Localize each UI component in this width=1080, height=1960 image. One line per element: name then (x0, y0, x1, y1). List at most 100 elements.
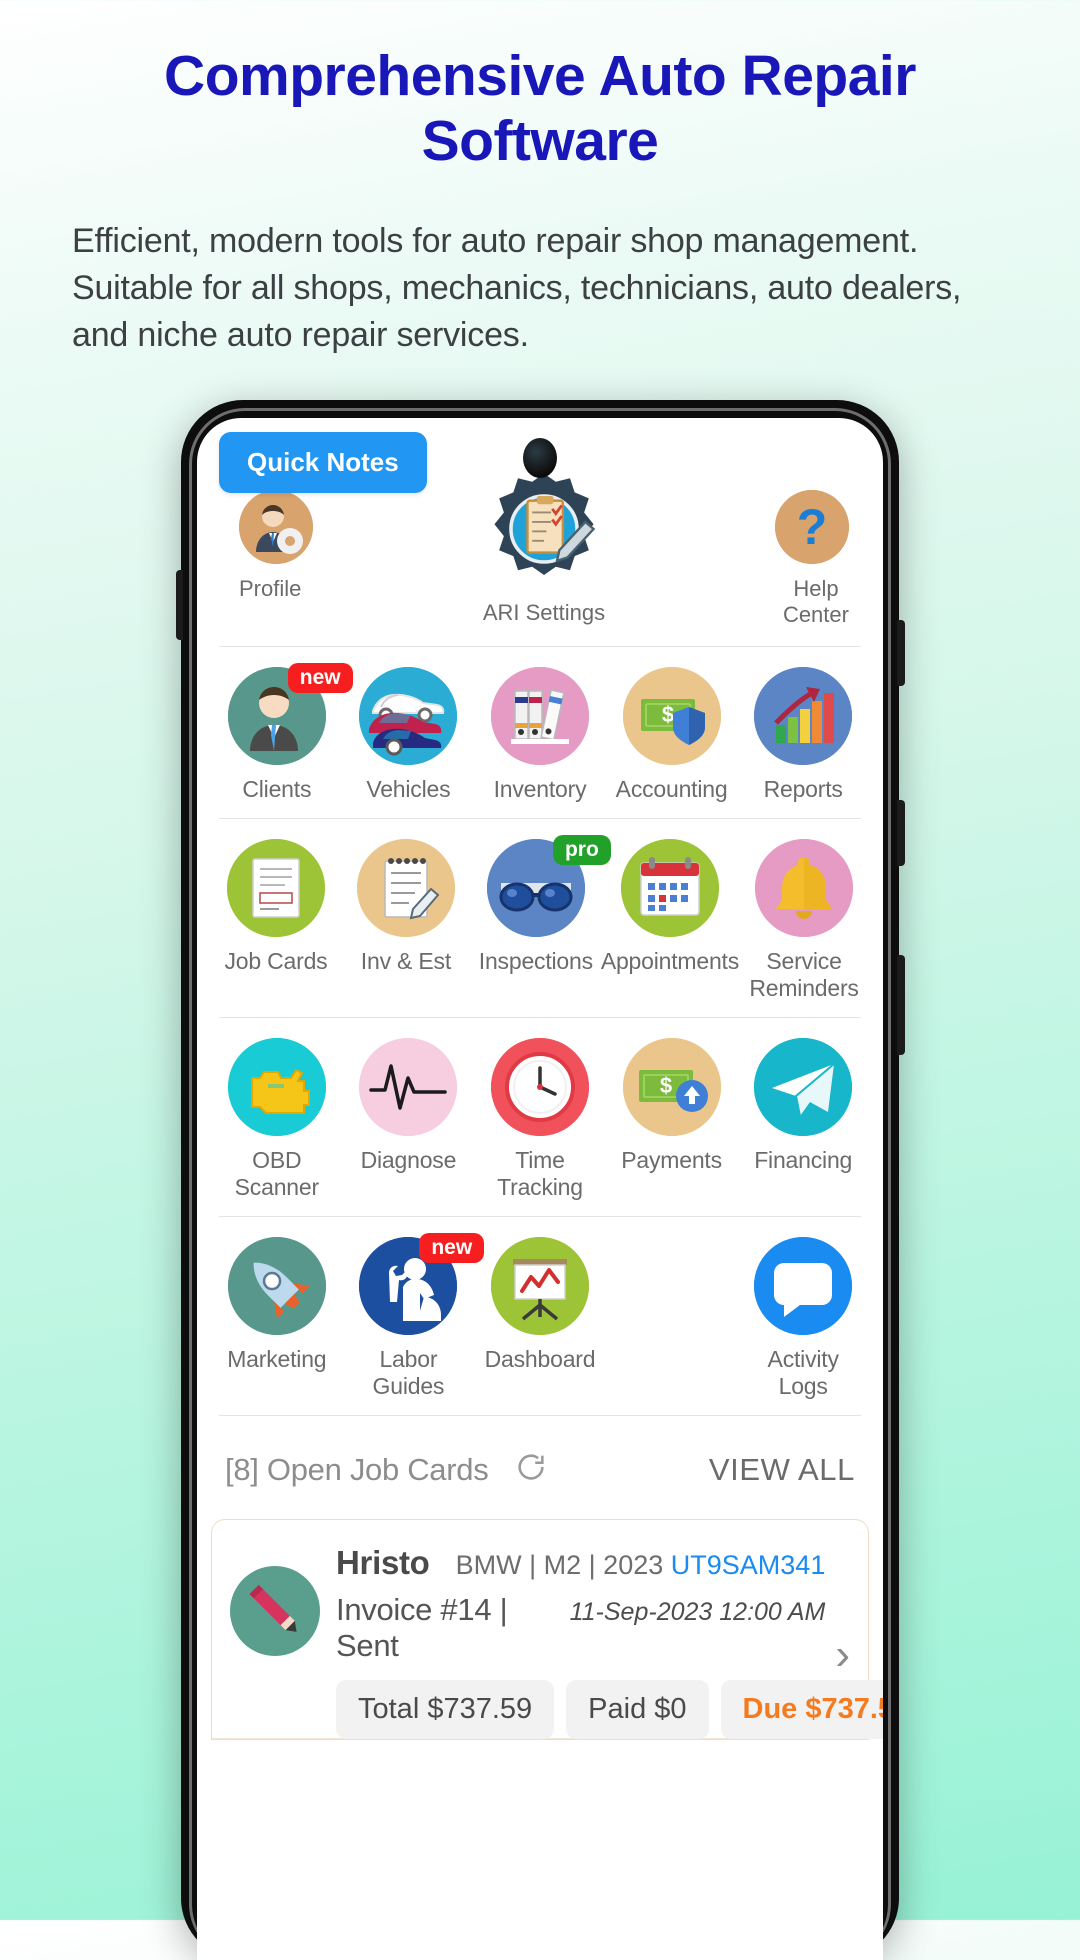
svg-text:?: ? (797, 499, 828, 555)
view-all-button[interactable]: VIEW ALL (709, 1452, 855, 1488)
new-badge: new (419, 1232, 485, 1263)
app-tile-label: Inventory (493, 775, 587, 802)
app-tile-label: Payments (621, 1146, 722, 1173)
app-tile-inventory[interactable]: Inventory (474, 666, 606, 804)
app-tile-financing[interactable]: Financing (737, 1037, 869, 1202)
quick-notes-button[interactable]: Quick Notes (219, 432, 427, 493)
app-tile-vehicles[interactable]: Vehicles (343, 666, 475, 804)
job-card-amounts: Total $737.59 Paid $0 Due $737.59 (336, 1680, 883, 1740)
shortcut-help-center[interactable]: ? Help Center (646, 490, 859, 628)
clipboard-pen-icon (356, 838, 455, 937)
app-tile-label: Diagnose (360, 1146, 457, 1173)
job-card-row[interactable]: Hristo BMW | M2 | 2023 UT9SAM341 Invoice… (211, 1519, 883, 1741)
app-tile-inspections[interactable]: pro Inspections (471, 834, 611, 1003)
document-icon (226, 838, 325, 937)
shortcut-label: Profile (239, 576, 302, 601)
svg-text:$: $ (659, 1073, 671, 1098)
app-tile-label: Labor Guides (372, 1345, 445, 1400)
total-amount-chip: Total $737.59 (336, 1680, 555, 1740)
app-tile-label: Inv & Est (360, 947, 452, 974)
app-tile-reports[interactable]: Reports (737, 666, 869, 804)
phone-mockup: Quick Notes Profile ARI Settings ? Help … (176, 400, 905, 1960)
open-job-cards-header: [8] Open Job Cards VIEW ALL (197, 1416, 883, 1519)
app-tile-label: Inspections (478, 947, 593, 974)
app-tile-label: Reports (763, 775, 843, 802)
pulse-icon (359, 1037, 458, 1136)
phone-volume-up-button (897, 620, 905, 686)
app-tile-inv-est[interactable]: Inv & Est (341, 838, 471, 1003)
app-tile-service-reminders[interactable]: Service Reminders (739, 838, 869, 1003)
engine-icon (227, 1037, 326, 1136)
presentation-chart-icon (490, 1236, 589, 1335)
app-grid-row: OBD Scanner Diagnose Time Tracking $ Pay… (197, 1018, 883, 1216)
binders-icon (490, 666, 589, 765)
app-tile-label: Dashboard (484, 1345, 596, 1372)
job-card-line-1: Hristo BMW | M2 | 2023 UT9SAM341 (336, 1544, 825, 1582)
open-job-cards-title: [8] Open Job Cards (225, 1451, 489, 1487)
phone-frame: Quick Notes Profile ARI Settings ? Help … (176, 400, 905, 1960)
app-tile-label: Time Tracking (497, 1146, 583, 1201)
app-tile-obd-scanner[interactable]: OBD Scanner (211, 1037, 343, 1202)
app-tile-payments[interactable]: $ Payments (606, 1037, 738, 1202)
svg-text:$: $ (661, 702, 673, 727)
calendar-icon (620, 838, 719, 937)
job-card-line-2: Invoice #14 | Sent 11-Sep-2023 12:00 AM (336, 1592, 825, 1664)
bell-icon (755, 838, 854, 937)
bar-chart-arrow-icon (754, 666, 853, 765)
clock-icon (490, 1037, 589, 1136)
invoice-status: Invoice #14 | Sent (336, 1592, 508, 1664)
client-name: Hristo (336, 1544, 430, 1582)
vehicle-make-model-year: BMW | M2 | 2023 (455, 1550, 664, 1581)
money-arrow-icon: $ (622, 1037, 721, 1136)
app-tile-clients[interactable]: new Clients (211, 662, 353, 804)
app-grid-row: Marketing new Labor Guides Dashboard Act… (197, 1217, 883, 1415)
app-tile-label: Accounting (615, 775, 728, 802)
license-plate[interactable]: UT9SAM341 (671, 1550, 826, 1580)
app-screen: Quick Notes Profile ARI Settings ? Help … (197, 418, 883, 1960)
app-tile-label: Marketing (227, 1345, 327, 1372)
page-title: Comprehensive Auto Repair Software (164, 44, 916, 173)
refresh-icon[interactable] (514, 1450, 548, 1489)
app-tile-label: Appointments (600, 947, 740, 974)
profile-gear-icon (239, 490, 313, 564)
shortcut-profile[interactable]: Profile (221, 490, 442, 602)
app-grid-row: Job Cards Inv & Est pro Inspections Appo… (197, 819, 883, 1017)
paid-amount-chip: Paid $0 (566, 1680, 709, 1740)
app-tile-activity-logs[interactable]: Activity Logs (737, 1236, 869, 1401)
hero-subtitle: Efficient, modern tools for auto repair … (72, 221, 962, 354)
app-tile-label: Service Reminders (749, 947, 859, 1002)
shortcut-label: Help Center (782, 576, 849, 627)
app-tile-time-tracking[interactable]: Time Tracking (474, 1037, 606, 1202)
app-tile-marketing[interactable]: Marketing (211, 1236, 343, 1401)
app-tile-label: Job Cards (224, 947, 328, 974)
app-tile-label: OBD Scanner (234, 1146, 319, 1201)
app-tile-label: Financing (754, 1146, 853, 1173)
front-camera-icon (523, 438, 557, 478)
app-tile-empty (606, 1237, 738, 1401)
app-tile-job-cards[interactable]: Job Cards (211, 838, 341, 1003)
job-card-body: Hristo BMW | M2 | 2023 UT9SAM341 Invoice… (336, 1544, 883, 1740)
chevron-right-icon[interactable]: › (835, 1632, 850, 1677)
rocket-icon (227, 1236, 326, 1335)
phone-power-button (897, 955, 905, 1055)
shortcut-ari-settings[interactable]: ARI Settings (442, 473, 645, 626)
new-badge: new (287, 662, 353, 693)
app-tile-diagnose[interactable]: Diagnose (343, 1037, 475, 1202)
phone-left-button (176, 570, 183, 640)
due-amount-chip: Due $737.59 (720, 1680, 883, 1740)
app-grid-row: new Clients Vehicles Inventory $ Account… (197, 647, 883, 818)
shortcut-label: ARI Settings (482, 600, 606, 625)
cars-icon (359, 666, 458, 765)
hero-section: Comprehensive Auto Repair Software Effic… (0, 0, 1080, 359)
app-tile-labor-guides[interactable]: new Labor Guides (343, 1232, 485, 1401)
vehicle-info: BMW | M2 | 2023 UT9SAM341 (456, 1550, 826, 1581)
paper-plane-icon (754, 1037, 853, 1136)
invoice-date: 11-Sep-2023 12:00 AM (569, 1598, 826, 1627)
gear-clipboard-icon (485, 470, 603, 588)
app-tile-dashboard[interactable]: Dashboard (474, 1236, 606, 1401)
app-tile-appointments[interactable]: Appointments (600, 838, 740, 1003)
app-tile-label: Vehicles (366, 775, 451, 802)
money-shield-icon: $ (622, 666, 721, 765)
speech-bubble-icon (754, 1236, 853, 1335)
app-tile-accounting[interactable]: $ Accounting (606, 666, 738, 804)
